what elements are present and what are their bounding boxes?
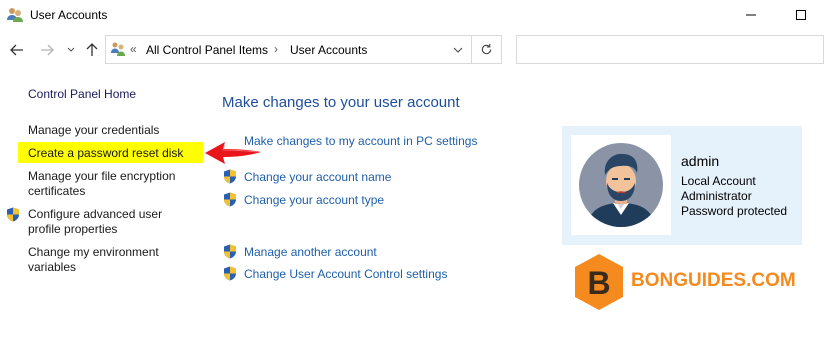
refresh-button[interactable] <box>472 35 502 64</box>
link-manage-another-account[interactable]: Manage another account <box>244 245 377 260</box>
back-arrow-icon <box>10 44 23 56</box>
minimize-button[interactable] <box>740 4 762 26</box>
control-panel-icon <box>111 42 125 56</box>
minimize-icon <box>746 14 756 16</box>
sidebar-item-create-password-reset-disk[interactable]: Create a password reset disk <box>28 146 183 161</box>
account-type-local: Local Account <box>681 174 756 188</box>
account-password-status: Password protected <box>681 204 788 218</box>
address-dropdown-icon[interactable] <box>451 43 465 57</box>
account-name: admin <box>681 153 720 169</box>
back-button[interactable] <box>8 40 26 60</box>
window-title: User Accounts <box>30 8 108 22</box>
uac-shield-icon <box>224 266 236 281</box>
link-pc-settings[interactable]: Make changes to my account in PC setting… <box>244 134 477 149</box>
watermark-text: BONGUIDES.COM <box>631 270 796 291</box>
breadcrumb-user-accounts[interactable]: User Accounts <box>290 43 367 57</box>
sidebar-item-manage-credentials[interactable]: Manage your credentials <box>28 123 159 138</box>
link-change-account-type[interactable]: Change your account type <box>244 193 384 208</box>
control-panel-home-link[interactable]: Control Panel Home <box>28 87 136 102</box>
maximize-button[interactable] <box>790 4 812 26</box>
uac-shield-icon <box>7 207 19 222</box>
sidebar-item-advanced-user-profile[interactable]: Configure advanced user profile properti… <box>28 207 178 237</box>
uac-shield-icon <box>224 169 236 184</box>
uac-shield-icon <box>224 192 236 207</box>
sidebar-item-file-encryption-certificates[interactable]: Manage your file encryption certificates <box>28 169 193 199</box>
avatar <box>579 143 663 227</box>
forward-arrow-icon <box>41 44 54 56</box>
up-button[interactable] <box>83 40 101 60</box>
up-arrow-icon <box>86 43 98 56</box>
page-heading: Make changes to your user account <box>222 94 460 111</box>
uac-shield-icon <box>224 244 236 259</box>
sidebar-item-environment-variables[interactable]: Change my environment variables <box>28 245 178 275</box>
account-role: Administrator <box>681 189 752 203</box>
title-bar: User Accounts <box>0 0 824 30</box>
breadcrumb-all-control-panel-items[interactable]: All Control Panel Items <box>146 43 268 57</box>
maximize-icon <box>796 10 806 20</box>
forward-button[interactable] <box>38 40 56 60</box>
breadcrumb-separator[interactable]: › <box>274 42 278 56</box>
link-change-account-name[interactable]: Change your account name <box>244 170 391 185</box>
breadcrumb-overflow[interactable]: « <box>130 42 137 56</box>
address-bar[interactable]: « All Control Panel Items › User Account… <box>105 35 472 64</box>
bonguides-logo: B <box>575 254 623 310</box>
watermark-letter: B <box>587 265 610 301</box>
chevron-down-icon <box>67 47 75 52</box>
recent-locations-button[interactable] <box>62 40 80 60</box>
search-input[interactable] <box>516 35 824 64</box>
link-uac-settings[interactable]: Change User Account Control settings <box>244 267 447 282</box>
refresh-icon <box>481 43 492 55</box>
user-accounts-icon <box>7 8 23 22</box>
